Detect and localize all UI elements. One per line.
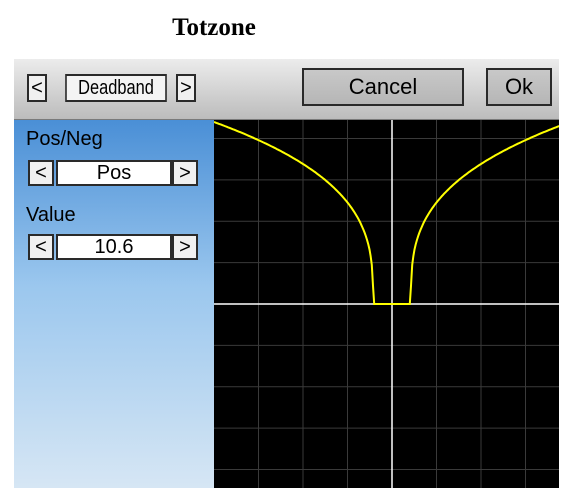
value-decrement-button[interactable]: < bbox=[28, 234, 54, 260]
value-label: Value bbox=[26, 204, 76, 226]
toolbar: < Deadband > Cancel Ok bbox=[14, 59, 559, 120]
deadband-curve bbox=[213, 121, 559, 305]
settings-panel: Pos/Neg < Pos > Value < 10.6 > bbox=[14, 120, 214, 488]
posneg-next-button[interactable]: > bbox=[172, 160, 198, 186]
figure-caption: Totzone bbox=[172, 14, 256, 41]
value-field[interactable]: 10.6 bbox=[56, 234, 172, 260]
posneg-field[interactable]: Pos bbox=[56, 160, 172, 186]
mode-next-button[interactable]: > bbox=[176, 74, 196, 102]
mode-prev-button[interactable]: < bbox=[27, 74, 47, 102]
posneg-prev-button[interactable]: < bbox=[28, 160, 54, 186]
ok-button[interactable]: Ok bbox=[486, 68, 552, 106]
mode-selector[interactable]: Deadband bbox=[65, 74, 167, 102]
value-increment-button[interactable]: > bbox=[172, 234, 198, 260]
deadband-dialog: < Deadband > Cancel Ok Pos/Neg < Pos > V… bbox=[14, 59, 559, 488]
curve-graph bbox=[213, 120, 559, 488]
curve-plot bbox=[213, 120, 559, 488]
cancel-button[interactable]: Cancel bbox=[302, 68, 464, 106]
posneg-label: Pos/Neg bbox=[26, 128, 103, 150]
